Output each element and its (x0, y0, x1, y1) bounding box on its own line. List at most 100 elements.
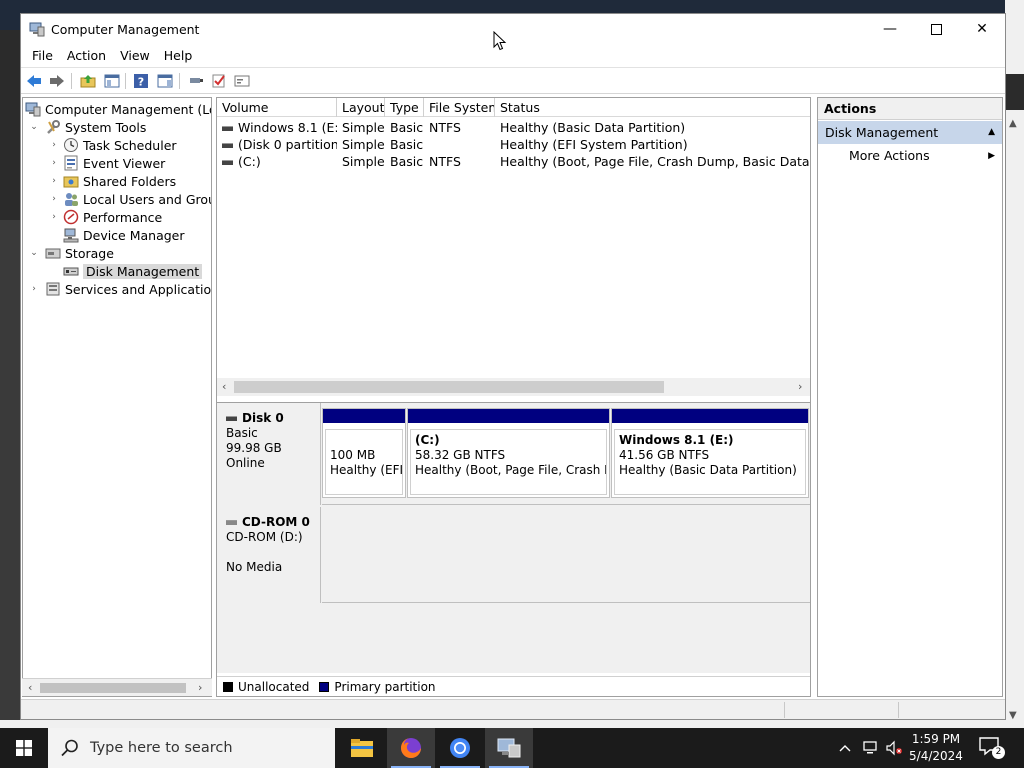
collapse-chevron-icon[interactable]: ⌄ (27, 248, 41, 258)
menu-action[interactable]: Action (60, 48, 113, 63)
tree-item-shared-folders[interactable]: › Shared Folders (47, 172, 176, 190)
scroll-thumb[interactable] (40, 683, 186, 693)
tree-item-task-scheduler[interactable]: › Task Scheduler (47, 136, 177, 154)
tree-item-event-viewer[interactable]: › Event Viewer (47, 154, 165, 172)
show-hide-action-pane-icon[interactable] (156, 72, 174, 90)
menu-view[interactable]: View (113, 48, 157, 63)
help-icon[interactable]: ? (132, 72, 150, 90)
taskbar-computer-management[interactable] (485, 728, 533, 768)
taskbar: Type here to search 1:59 PM 5/4/2024 2 (0, 728, 1024, 768)
show-hidden-icons-button[interactable] (838, 728, 852, 768)
tree-label: Event Viewer (83, 155, 166, 171)
partition-name (330, 433, 398, 448)
partition-efi[interactable]: 100 MB Healthy (EFI S (322, 408, 406, 498)
tree-item-performance[interactable]: › Performance (47, 208, 162, 226)
scroll-thumb[interactable] (234, 381, 664, 393)
tree-item-storage[interactable]: ⌄ Storage (27, 244, 114, 262)
back-arrow-icon[interactable] (25, 72, 43, 90)
tree-item-disk-management[interactable]: Disk Management (61, 262, 203, 280)
menu-file[interactable]: File (25, 48, 60, 63)
column-header-layout[interactable]: Layout (337, 98, 385, 117)
maximize-icon (930, 23, 942, 35)
scroll-up-icon[interactable]: ▲ (1009, 118, 1017, 129)
tree-label: Device Manager (83, 227, 185, 243)
volume-row[interactable]: (Disk 0 partition 1) Simple Basic Health… (217, 136, 810, 153)
tree-item-device-manager[interactable]: Device Manager (61, 226, 185, 244)
expand-chevron-icon[interactable]: › (47, 212, 61, 222)
actions-section-disk-management[interactable]: Disk Management ▲ (818, 121, 1002, 144)
check-icon[interactable] (210, 72, 228, 90)
taskbar-clock[interactable]: 1:59 PM 5/4/2024 (905, 731, 967, 765)
column-header-status[interactable]: Status (495, 98, 810, 117)
volume-tray-icon[interactable] (885, 728, 903, 768)
expand-chevron-icon[interactable]: › (47, 158, 61, 168)
more-actions-item[interactable]: More Actions ▶ (818, 144, 1002, 168)
title-bar[interactable]: Computer Management — ✕ (21, 14, 1005, 44)
taskbar-firefox[interactable] (387, 728, 435, 768)
console-tree: Computer Management (Local ⌄ System Tool… (22, 97, 212, 697)
tree-item-local-users-and-groups[interactable]: › Local Users and Groups (47, 190, 211, 208)
column-header-file-system[interactable]: File System (424, 98, 495, 117)
menu-bar: File Action View Help (21, 44, 1005, 66)
event-viewer-icon (63, 155, 79, 171)
tree-item-computer-management[interactable]: Computer Management (Local (25, 100, 211, 118)
volume-row[interactable]: Windows 8.1 (E:) Simple Basic NTFS Healt… (217, 119, 810, 136)
forward-arrow-icon[interactable] (48, 72, 66, 90)
up-folder-icon[interactable] (79, 72, 97, 90)
properties-icon[interactable] (233, 72, 251, 90)
close-button[interactable]: ✕ (959, 14, 1005, 44)
connect-icon[interactable] (187, 72, 205, 90)
users-icon (63, 191, 79, 207)
partition-c[interactable]: (C:) 58.32 GB NTFS Healthy (Boot, Page F… (407, 408, 610, 498)
tree-horizontal-scrollbar[interactable]: ‹ › (22, 678, 212, 696)
action-center-button[interactable]: 2 (978, 736, 1005, 760)
background-window-edge-right (1005, 74, 1024, 110)
expand-chevron-icon[interactable]: › (47, 140, 61, 150)
maximize-button[interactable] (913, 14, 959, 44)
background-scrollbar[interactable]: ▲ ▼ (1005, 0, 1024, 728)
column-header-type[interactable]: Type (385, 98, 424, 117)
tree-item-services-and-applications[interactable]: › Services and Applications (27, 280, 211, 298)
scroll-left-icon[interactable]: ‹ (222, 380, 226, 393)
menu-help[interactable]: Help (157, 48, 200, 63)
minimize-button[interactable]: — (867, 14, 913, 44)
tree-item-system-tools[interactable]: ⌄ System Tools (27, 118, 146, 136)
show-hide-tree-icon[interactable] (103, 72, 121, 90)
collapse-chevron-icon[interactable]: ⌄ (27, 122, 41, 132)
expand-chevron-icon[interactable]: › (47, 194, 61, 204)
partition-e[interactable]: Windows 8.1 (E:) 41.56 GB NTFS Healthy (… (611, 408, 809, 498)
disk-0-label[interactable]: Disk 0 Basic 99.98 GB Online (217, 403, 321, 505)
taskbar-chrome[interactable] (436, 728, 484, 768)
disk-icon (226, 416, 237, 421)
partition-size: 100 MB (330, 448, 376, 462)
actions-section-label: Disk Management (825, 125, 939, 140)
volume-list-horizontal-scrollbar[interactable]: ‹ › (217, 378, 810, 396)
services-icon (45, 281, 61, 297)
legend-swatch (223, 681, 233, 692)
disk-name: Disk 0 (242, 411, 284, 425)
taskbar-file-explorer[interactable] (338, 728, 386, 768)
taskbar-search-box[interactable]: Type here to search (48, 728, 335, 768)
start-button[interactable] (0, 728, 48, 768)
expand-chevron-icon[interactable]: › (27, 284, 41, 294)
computer-management-icon (497, 738, 521, 758)
scroll-left-icon[interactable]: ‹ (28, 681, 32, 694)
collapse-up-icon[interactable]: ▲ (988, 121, 995, 144)
cdrom-0-area[interactable] (322, 507, 810, 603)
scroll-right-icon[interactable]: › (798, 380, 802, 393)
volume-icon (222, 126, 233, 131)
tree-label: Task Scheduler (83, 137, 177, 153)
volume-name: Windows 8.1 (E:) (238, 120, 337, 135)
volume-row[interactable]: (C:) Simple Basic NTFS Healthy (Boot, Pa… (217, 153, 810, 170)
scroll-right-icon[interactable]: › (198, 681, 202, 694)
cdrom-0-label[interactable]: CD-ROM 0 CD-ROM (D:) No Media (217, 507, 321, 603)
tree-label: Performance (83, 209, 163, 225)
search-icon (61, 739, 78, 757)
disk-name: CD-ROM 0 (242, 515, 310, 529)
expand-chevron-icon[interactable]: › (47, 176, 61, 186)
column-header-volume[interactable]: Volume (217, 98, 337, 117)
toolbar: ? (21, 67, 1005, 94)
network-tray-icon[interactable] (862, 728, 880, 768)
toolbar-separator (179, 73, 180, 89)
legend-label: Primary partition (334, 679, 436, 694)
